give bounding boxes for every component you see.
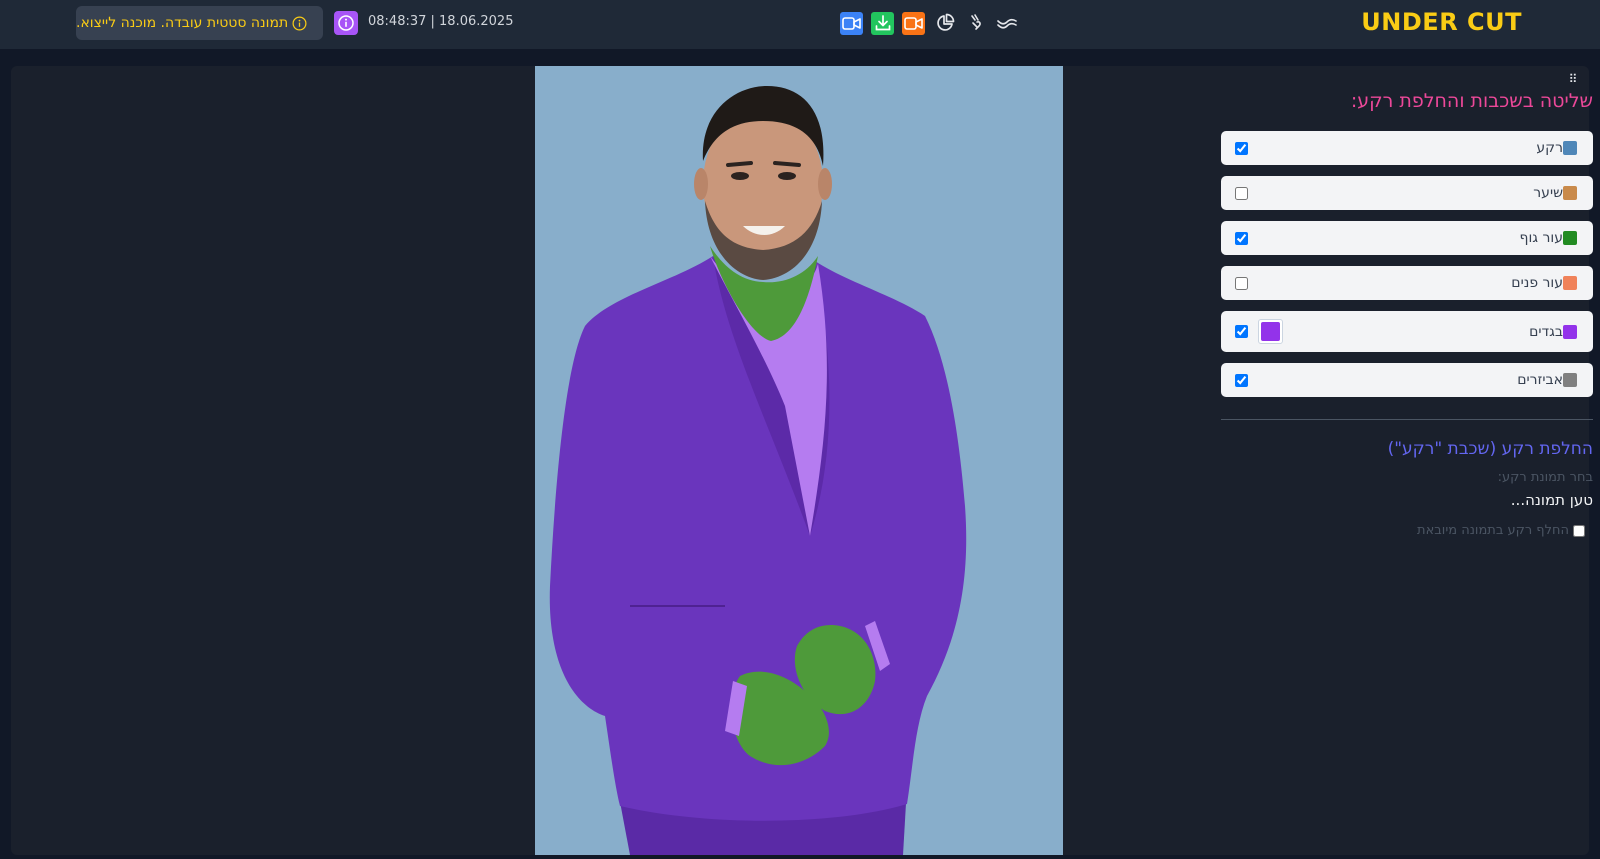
layer-checkbox-background[interactable]: [1235, 141, 1248, 155]
color-picker-swatch: [1261, 322, 1280, 341]
layer-color-swatch: [1563, 373, 1577, 387]
info-icon: [338, 15, 354, 31]
layer-row-hair[interactable]: שיער: [1221, 176, 1593, 210]
segmented-photo-preview: [535, 66, 1063, 855]
clothes-color-picker[interactable]: [1258, 319, 1283, 344]
layer-label: רקע: [1536, 140, 1563, 156]
video-record-icon: [904, 16, 923, 30]
layer-color-swatch: [1563, 231, 1577, 245]
layer-label: שיער: [1533, 185, 1563, 201]
layer-checkbox-accessories[interactable]: [1235, 373, 1248, 387]
hand-wave-icon: [970, 14, 981, 30]
layer-checkbox-hair[interactable]: [1235, 186, 1248, 200]
info-button[interactable]: [334, 11, 358, 35]
pie-chart-icon: [936, 13, 954, 31]
layer-label: אביזרים: [1517, 372, 1563, 388]
main-panel: ⠿ שליטה בשכבות והחלפת רקע: רקע שיער עור …: [11, 66, 1593, 855]
video-camera-button[interactable]: [840, 11, 863, 35]
toolbar: [840, 10, 1018, 36]
layer-color-swatch: [1563, 276, 1577, 290]
layer-checkbox-body-skin[interactable]: [1235, 231, 1248, 245]
layer-color-swatch: [1563, 186, 1577, 200]
layer-label: עור פנים: [1511, 275, 1563, 291]
layer-row-body-skin[interactable]: עור גוף: [1221, 221, 1593, 255]
layer-checkbox-clothes[interactable]: [1235, 325, 1248, 338]
replace-background-label: החלף רקע בתמונה מיובאת: [1417, 523, 1569, 538]
layer-row-background[interactable]: רקע: [1221, 131, 1593, 165]
layer-row-accessories[interactable]: אביזרים: [1221, 363, 1593, 397]
video-camera-icon: [842, 16, 861, 30]
layers-title: שליטה בשכבות והחלפת רקע:: [1350, 90, 1593, 112]
layers-sidebar: שליטה בשכבות והחלפת רקע: רקע שיער עור גו…: [1221, 86, 1593, 538]
wave-icon: [996, 18, 1017, 29]
record-video-button[interactable]: [902, 11, 925, 35]
layer-color-swatch: [1563, 141, 1577, 155]
replace-background-option[interactable]: החלף רקע בתמונה מיובאת: [1221, 523, 1593, 538]
top-bar: תמונה סטטית עובדה. מוכנה לייצוא. 08:48:3…: [0, 0, 1600, 50]
background-replace-title: החלפת רקע (שכבת "רקע"): [1387, 439, 1593, 459]
person-segmentation-image: [549, 86, 967, 855]
section-divider: [1221, 419, 1593, 420]
download-button[interactable]: [871, 11, 894, 35]
wave-button[interactable]: [995, 12, 1018, 35]
layer-color-swatch: [1563, 324, 1577, 339]
loading-image-text: טען תמונה...: [1510, 491, 1593, 509]
replace-background-checkbox[interactable]: [1573, 524, 1585, 537]
layer-label: עור גוף: [1519, 230, 1563, 246]
brand-logo: UNDER CUT: [1361, 8, 1522, 36]
layer-checkbox-face-skin[interactable]: [1235, 276, 1248, 290]
status-text: תמונה סטטית עובדה. מוכנה לייצוא.: [76, 15, 289, 31]
choose-background-label: בחר תמונת רקע:: [1497, 470, 1593, 485]
info-circle-icon: [291, 15, 307, 31]
layer-row-face-skin[interactable]: עור פנים: [1221, 266, 1593, 300]
drag-handle-icon[interactable]: ⠿: [1567, 72, 1579, 86]
stats-button[interactable]: [933, 12, 956, 35]
gesture-button[interactable]: [964, 12, 987, 35]
download-icon: [875, 15, 890, 31]
status-message: תמונה סטטית עובדה. מוכנה לייצוא.: [76, 6, 323, 40]
layer-row-clothes[interactable]: בגדים: [1221, 311, 1593, 352]
datetime-display: 08:48:37 | 18.06.2025: [368, 14, 514, 29]
layer-label: בגדים: [1529, 323, 1563, 340]
